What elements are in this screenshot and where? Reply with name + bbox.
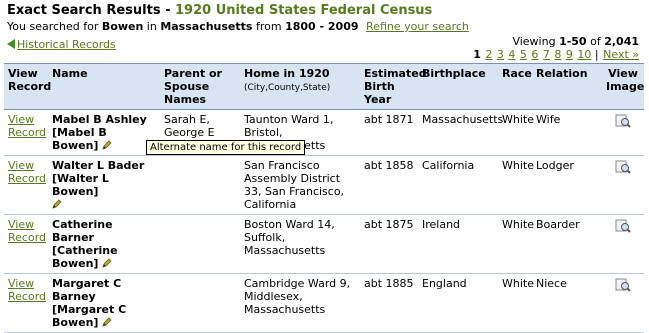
database-title: 1920 United States Federal Census <box>175 3 433 18</box>
table-row: View Record Mabel B Ashley [Mabel B Bowen… <box>4 109 644 156</box>
page-link[interactable]: 2 <box>485 48 492 61</box>
birth-year-cell: abt 1871 <box>360 109 418 156</box>
viewing-total: 2,041 <box>604 35 639 48</box>
name-cell: Margaret C Barney [Margaret C Bowen] <box>48 273 160 333</box>
magnifier-image-icon[interactable] <box>615 159 631 175</box>
view-record-link[interactable]: View Record <box>8 159 46 185</box>
back-arrow-icon[interactable] <box>7 39 15 49</box>
page-link[interactable]: 5 <box>520 48 527 61</box>
home-cell: Boston Ward 14, Suffolk, Massachusetts <box>240 214 360 274</box>
relation-cell: Wife <box>532 109 602 156</box>
alternate-name: [Walter L Bowen] <box>52 172 109 198</box>
relation-cell: Niece <box>532 273 602 333</box>
col-home-sub: (City,County,State) <box>244 83 331 93</box>
pencil-icon[interactable] <box>102 140 112 150</box>
col-birthplace: Birthplace <box>418 63 498 110</box>
col-view-image: View Image <box>602 63 644 110</box>
relation-cell: Boarder <box>532 214 602 274</box>
current-page: 1 <box>473 48 481 61</box>
viewing-of: of <box>586 35 605 48</box>
col-relation: Relation <box>532 63 602 110</box>
table-row: View Record Walter L Bader [Walter L Bowe… <box>4 155 644 215</box>
col-home: Home in 1920 (City,County,State) <box>240 63 360 110</box>
race-cell: White <box>498 214 534 274</box>
birthplace-cell: Massachusetts <box>418 109 503 156</box>
home-cell: San Francisco Assembly District 33, San … <box>240 155 360 215</box>
table-row: View Record Margaret C Barney [Margaret C… <box>4 273 644 333</box>
birth-year-cell: abt 1858 <box>360 155 418 215</box>
col-parent: Parent or Spouse Names <box>160 63 240 110</box>
col-home-label: Home in 1920 <box>244 67 330 80</box>
col-birth-year: Estimated Birth Year <box>360 63 427 110</box>
page-link[interactable]: 10 <box>577 48 591 61</box>
person-name: Catherine Barner <box>52 218 113 244</box>
title-prefix: Exact Search Results - <box>7 3 176 18</box>
table-header-row: View Record Name Parent or Spouse Names … <box>4 63 644 110</box>
search-summary: You searched for Bowen in Massachusetts … <box>7 20 469 33</box>
page-link[interactable]: 3 <box>497 48 504 61</box>
viewing-prefix: Viewing <box>512 35 560 48</box>
birthplace-cell: Ireland <box>418 214 498 274</box>
birth-year-cell: abt 1875 <box>360 214 418 274</box>
person-name: Walter L Bader <box>52 159 145 172</box>
page-link[interactable]: 4 <box>508 48 515 61</box>
race-cell: White <box>498 273 534 333</box>
birthplace-cell: England <box>418 273 498 333</box>
search-years: 1800 - 2009 <box>285 20 359 33</box>
col-view-record: View Record <box>4 63 51 110</box>
race-cell: White <box>498 155 534 215</box>
person-name: Mabel B Ashley <box>52 113 147 126</box>
search-prefix: You searched for <box>7 20 102 33</box>
race-cell: White <box>498 109 534 156</box>
view-record-link[interactable]: View Record <box>8 277 46 303</box>
search-name: Bowen <box>101 20 144 33</box>
page-link[interactable]: 7 <box>543 48 550 61</box>
magnifier-image-icon[interactable] <box>615 277 631 293</box>
historical-records-link[interactable]: Historical Records <box>17 38 116 51</box>
search-from: from <box>252 20 286 33</box>
home-cell: Cambridge Ward 9, Middlesex, Massachuset… <box>240 273 360 333</box>
back-to-historical-records[interactable]: Historical Records <box>7 38 116 51</box>
name-cell: Catherine Barner [Catherine Bowen] <box>48 214 160 274</box>
person-name: Margaret C Barney <box>52 277 122 303</box>
next-page-link[interactable]: Next » <box>603 48 639 61</box>
view-record-link[interactable]: View Record <box>8 218 46 244</box>
pagination-divider: | <box>594 48 599 61</box>
viewing-range: 1-50 <box>559 35 587 48</box>
results-table: View Record Name Parent or Spouse Names … <box>4 63 644 333</box>
pagination: 1 2 3 4 5 6 7 8 9 10 | Next » <box>473 48 639 61</box>
page-link[interactable]: 9 <box>566 48 573 61</box>
pencil-icon[interactable] <box>52 199 62 209</box>
col-race: Race <box>498 63 532 110</box>
page-title: Exact Search Results - 1920 United State… <box>7 3 432 18</box>
pencil-icon[interactable] <box>102 317 112 327</box>
parents-cell <box>160 214 240 274</box>
parents-cell <box>160 155 240 215</box>
parents-cell <box>160 273 240 333</box>
relation-cell: Lodger <box>532 155 602 215</box>
pencil-icon[interactable] <box>102 258 112 268</box>
page-link[interactable]: 6 <box>531 48 538 61</box>
search-place: Massachusetts <box>160 20 253 33</box>
table-row: View Record Catherine Barner [Catherine B… <box>4 214 644 274</box>
viewing-count: Viewing 1-50 of 2,041 <box>512 35 639 48</box>
col-name: Name <box>48 63 160 110</box>
name-cell: Walter L Bader [Walter L Bowen] <box>48 155 160 215</box>
page-link[interactable]: 8 <box>554 48 561 61</box>
magnifier-image-icon[interactable] <box>615 113 631 129</box>
name-cell: Mabel B Ashley [Mabel B Bowen] <box>48 109 160 156</box>
magnifier-image-icon[interactable] <box>615 218 631 234</box>
search-in: in <box>143 20 161 33</box>
birthplace-cell: California <box>418 155 498 215</box>
alternate-name: [Margaret C Bowen] <box>52 303 127 329</box>
birth-year-cell: abt 1885 <box>360 273 418 333</box>
alternate-name-tooltip: Alternate name for this record <box>146 140 306 155</box>
refine-search-link[interactable]: Refine your search <box>366 20 469 33</box>
alternate-name: [Mabel B Bowen] <box>52 126 107 152</box>
view-record-link[interactable]: View Record <box>8 113 46 139</box>
